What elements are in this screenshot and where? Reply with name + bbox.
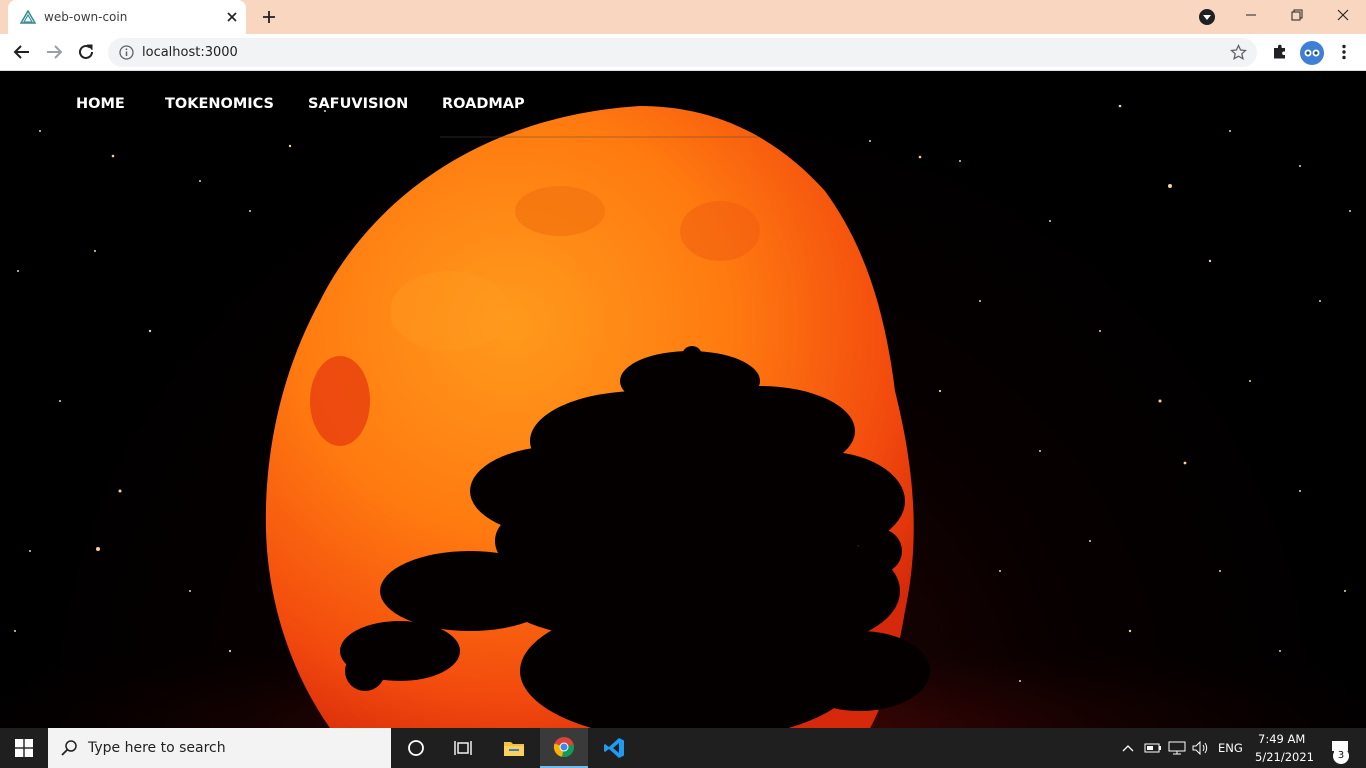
- more-vert-icon[interactable]: [1334, 42, 1354, 62]
- back-arrow-icon[interactable]: [12, 42, 32, 62]
- info-icon[interactable]: [119, 45, 134, 60]
- chrome-icon[interactable]: [540, 728, 588, 768]
- file-explorer-icon[interactable]: [490, 728, 538, 768]
- star-icon[interactable]: [1230, 44, 1247, 61]
- nav-link-roadmap[interactable]: ROADMAP: [442, 96, 525, 112]
- volume-icon[interactable]: [1190, 728, 1212, 768]
- task-view-icon[interactable]: [440, 728, 488, 768]
- url-text[interactable]: localhost:3000: [142, 45, 238, 60]
- minimize-icon[interactable]: [1228, 0, 1274, 30]
- page-viewport: HOME TOKENOMICS SAFUVISION ROADMAP: [0, 71, 1366, 728]
- search-placeholder: Type here to search: [88, 740, 226, 756]
- extensions-puzzle-icon[interactable]: [1270, 42, 1290, 62]
- nav-link-home[interactable]: HOME: [76, 96, 125, 112]
- chevron-up-icon[interactable]: [1116, 728, 1140, 768]
- notification-count-badge: 3: [1333, 748, 1349, 764]
- browser-tab[interactable]: web-own-coin: [8, 0, 246, 34]
- search-icon: [61, 740, 77, 756]
- taskbar-search-box[interactable]: Type here to search: [48, 728, 391, 768]
- browser-toolbar: localhost:3000: [0, 34, 1366, 71]
- clock-date[interactable]: 5/21/2021: [1255, 750, 1314, 764]
- browser-tab-strip: web-own-coin: [0, 0, 1366, 34]
- nuxt-triangle-icon: [20, 10, 36, 24]
- hero-image: [0, 104, 1366, 728]
- windows-taskbar: Type here to search ENG 7:49 AM 5/21/202…: [0, 728, 1366, 768]
- tab-title: web-own-coin: [44, 10, 128, 24]
- clock-time[interactable]: 7:49 AM: [1258, 732, 1305, 746]
- network-icon[interactable]: [1166, 728, 1188, 768]
- address-bar[interactable]: localhost:3000: [108, 38, 1257, 67]
- language-indicator[interactable]: ENG: [1218, 741, 1243, 755]
- vscode-icon[interactable]: [590, 728, 638, 768]
- battery-icon[interactable]: [1142, 728, 1164, 768]
- plus-icon[interactable]: [260, 8, 278, 26]
- forward-arrow-icon[interactable]: [44, 42, 64, 62]
- nav-link-safuvision[interactable]: SAFUVISION: [308, 96, 408, 112]
- restore-icon[interactable]: [1274, 0, 1320, 30]
- tab-close-icon[interactable]: [224, 9, 240, 25]
- close-icon[interactable]: [1320, 0, 1366, 30]
- nav-link-tokenomics[interactable]: TOKENOMICS: [165, 96, 274, 112]
- reload-icon[interactable]: [76, 42, 96, 62]
- cortana-icon[interactable]: [392, 728, 440, 768]
- profile-avatar[interactable]: [1300, 41, 1324, 65]
- windows-start-icon[interactable]: [0, 728, 48, 768]
- tab-search-icon[interactable]: [1199, 9, 1215, 25]
